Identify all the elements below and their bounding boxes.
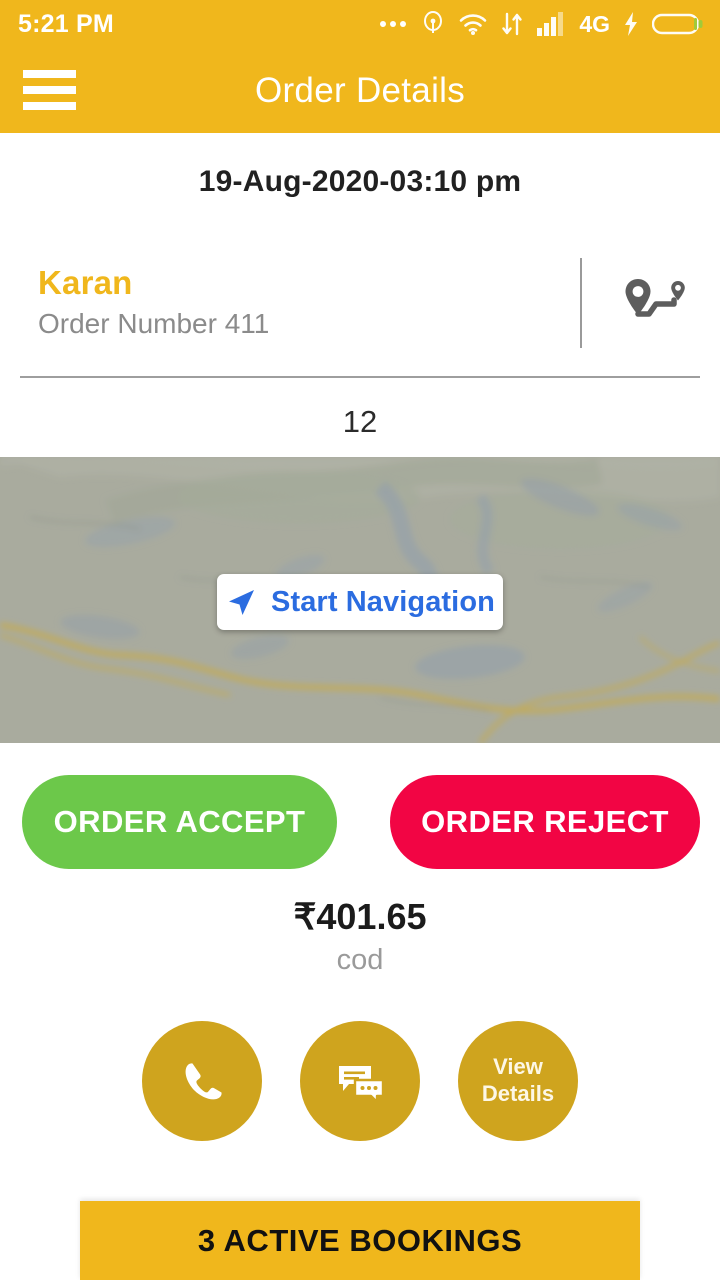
quick-actions-row: View Details [0,1021,720,1141]
view-details-button[interactable]: View Details [458,1021,578,1141]
chat-bubbles-icon [339,1066,385,1104]
page-title: Order Details [254,70,466,110]
view-details-label: View Details [482,1054,554,1108]
status-bar: 5:21 PM 4G [0,0,720,48]
customer-row: Karan Order Number 411 [0,248,720,358]
map-preview[interactable]: Start Navigation [0,457,720,743]
chat-button[interactable] [300,1021,420,1141]
app-bar: Order Details [0,48,720,133]
customer-info: Karan Order Number 411 [0,264,580,342]
location-icon [424,11,443,33]
item-count: 12 [342,404,378,439]
call-button[interactable] [142,1021,262,1141]
more-dots-icon [380,21,407,27]
navigation-arrow-icon [229,590,254,615]
signal-bars-icon [537,12,564,36]
start-navigation-button[interactable]: Start Navigation [217,574,503,630]
order-accept-button[interactable]: ORDER ACCEPT [22,775,337,869]
view-details-line2: Details [481,1081,555,1106]
network-type-label: 4G [579,10,610,37]
view-details-line1: View [493,1054,543,1080]
order-reject-button[interactable]: ORDER REJECT [390,775,700,869]
section-divider [20,376,700,378]
charging-bolt-icon [625,12,637,36]
payment-mode-label: cod [336,944,384,976]
wifi-icon [460,14,487,35]
active-bookings-label: 3 ACTIVE BOOKINGS [197,1222,523,1258]
hamburger-menu-icon[interactable] [23,70,76,110]
data-transfer-icon [502,12,523,36]
start-navigation-label: Start Navigation [271,585,495,618]
customer-name: Karan [38,263,133,301]
battery-icon [652,13,703,35]
status-bar-icons: 4G [380,10,704,38]
order-number-label: Order Number 411 [38,307,270,339]
status-bar-clock: 5:21 PM [18,9,114,38]
order-details-screen: 5:21 PM 4G Order Details 19-Aug-2020-03:… [0,0,720,1280]
phone-icon [185,1063,222,1100]
route-pins-icon[interactable] [620,275,690,331]
vertical-divider [580,258,582,348]
order-datetime: 19-Aug-2020-03:10 pm [198,165,522,198]
order-amount: ₹401.65 [293,896,427,937]
active-bookings-bar[interactable]: 3 ACTIVE BOOKINGS [80,1201,640,1280]
